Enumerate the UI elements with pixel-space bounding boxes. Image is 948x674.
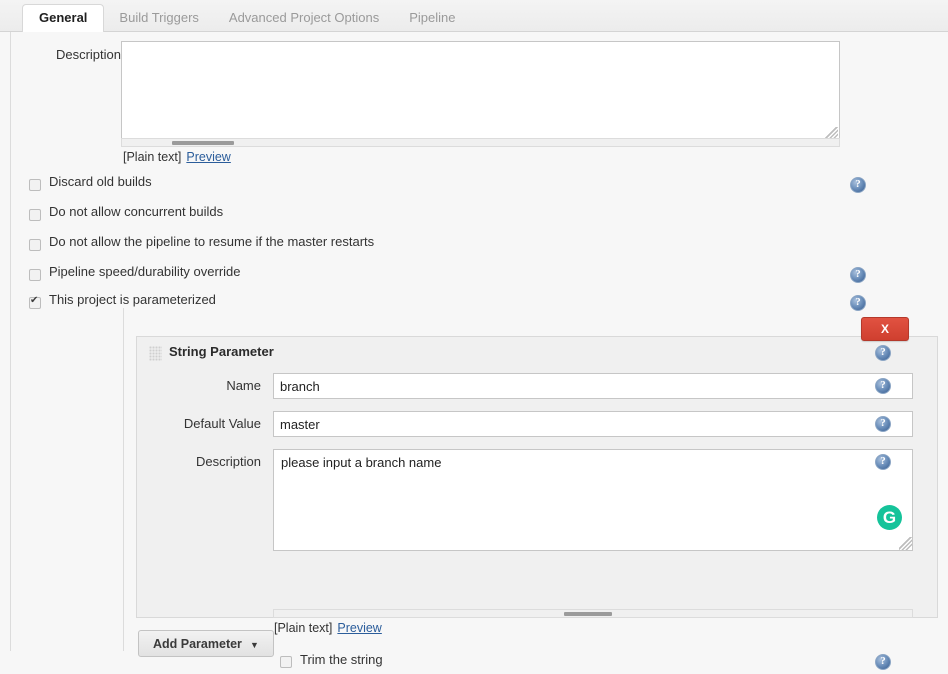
- tab-pipeline[interactable]: Pipeline: [394, 4, 470, 32]
- checkbox-discard-old-builds[interactable]: [29, 179, 41, 191]
- parameter-name-label: Name: [226, 378, 261, 393]
- checkbox-speed-durability-override[interactable]: [29, 269, 41, 281]
- help-icon-parameter-default-value[interactable]: [875, 416, 891, 432]
- description-horizontal-scrollbar[interactable]: [121, 138, 840, 147]
- general-settings-panel: Description [Plain text] Preview Discard …: [10, 32, 948, 670]
- label-discard-old-builds: Discard old builds: [49, 174, 152, 189]
- description-markup-type: [Plain text]: [123, 150, 182, 164]
- tab-list: General Build Triggers Advanced Project …: [22, 4, 470, 33]
- delete-parameter-button[interactable]: X: [861, 317, 909, 341]
- parameter-description-resize-grip-icon[interactable]: [899, 537, 912, 550]
- add-parameter-button[interactable]: Add Parameter ▼: [138, 630, 274, 657]
- checkbox-no-concurrent-builds[interactable]: [29, 209, 41, 221]
- help-icon-discard-old-builds[interactable]: [850, 177, 866, 193]
- label-no-resume-on-master-restart: Do not allow the pipeline to resume if t…: [49, 234, 375, 249]
- parameter-default-value-label: Default Value: [183, 416, 261, 431]
- tab-advanced-project-options[interactable]: Advanced Project Options: [214, 4, 394, 32]
- description-textarea-wrapper: [121, 41, 840, 142]
- help-icon-string-parameter[interactable]: [875, 345, 891, 361]
- description-label: Description: [55, 47, 121, 62]
- description-markup-row: [Plain text] Preview: [123, 150, 231, 164]
- parameter-description-preview-link[interactable]: Preview: [337, 621, 381, 635]
- chevron-down-icon: ▼: [249, 640, 259, 650]
- string-parameter-title: String Parameter: [169, 344, 274, 359]
- help-icon-parameter-name[interactable]: [875, 378, 891, 394]
- label-speed-durability-override: Pipeline speed/durability override: [49, 264, 241, 279]
- description-textarea[interactable]: [122, 42, 839, 141]
- string-parameter-header: String Parameter X: [137, 317, 937, 369]
- parameters-container: String Parameter X Name Default Value: [123, 308, 938, 670]
- checkbox-trim-the-string[interactable]: [280, 656, 292, 668]
- tab-general[interactable]: General: [22, 4, 105, 33]
- jenkins-job-config-page: General Build Triggers Advanced Project …: [0, 0, 948, 670]
- string-parameter-panel: String Parameter X Name Default Value: [136, 317, 938, 670]
- parameter-description-horizontal-scrollbar[interactable]: [273, 609, 913, 618]
- add-parameter-label: Add Parameter: [153, 637, 242, 651]
- grammarly-badge-icon[interactable]: G: [877, 505, 902, 530]
- option-row-no-resume-on-master-restart: Do not allow the pipeline to resume if t…: [11, 232, 948, 262]
- label-project-is-parameterized: This project is parameterized: [49, 292, 216, 307]
- parameter-default-value-input[interactable]: [273, 411, 913, 437]
- parameter-name-input[interactable]: [273, 373, 913, 399]
- parameter-description-markup-type: [Plain text]: [274, 621, 333, 635]
- help-icon-parameter-description[interactable]: [875, 454, 891, 470]
- scrollbar-thumb[interactable]: [172, 141, 234, 145]
- label-no-concurrent-builds: Do not allow concurrent builds: [49, 204, 224, 219]
- help-icon-speed-durability-override[interactable]: [850, 267, 866, 283]
- checkbox-no-resume-on-master-restart[interactable]: [29, 239, 41, 251]
- config-tab-bar: General Build Triggers Advanced Project …: [0, 0, 948, 33]
- help-icon-trim-the-string[interactable]: [875, 654, 891, 670]
- option-row-discard-old-builds: Discard old builds: [11, 172, 948, 202]
- description-preview-link[interactable]: Preview: [186, 150, 230, 164]
- tab-build-triggers[interactable]: Build Triggers: [104, 4, 213, 32]
- parameter-description-textarea[interactable]: [273, 449, 913, 551]
- parameter-description-label: Description: [195, 454, 261, 469]
- scrollbar-thumb[interactable]: [564, 612, 612, 616]
- parameter-description-markup-row: [Plain text] Preview: [274, 621, 382, 635]
- drag-handle-icon[interactable]: [149, 346, 162, 361]
- option-row-speed-durability-override: Pipeline speed/durability override: [11, 262, 948, 292]
- label-trim-the-string: Trim the string: [300, 652, 383, 667]
- option-row-no-concurrent-builds: Do not allow concurrent builds: [11, 202, 948, 232]
- checkbox-project-is-parameterized[interactable]: [29, 295, 41, 309]
